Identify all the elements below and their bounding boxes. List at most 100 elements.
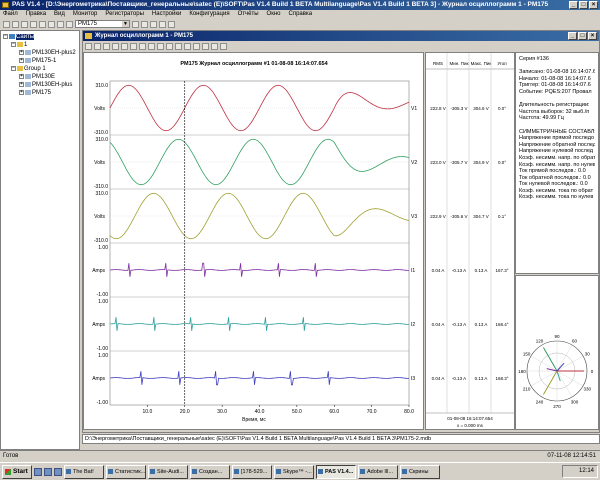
menu-item-4[interactable]: Регистраторы (105, 10, 144, 19)
tree-node-root[interactable]: − Сайты (3, 33, 77, 41)
series-label: V2 (411, 160, 417, 166)
taskbar-button-8[interactable]: Скрины (400, 464, 440, 479)
taskbar-button-2[interactable]: Site-Audi... (148, 464, 188, 479)
tree-node-2[interactable]: + PM175-1 (3, 57, 77, 65)
folder-icon (17, 65, 23, 71)
copy-icon[interactable] (39, 20, 46, 28)
help-icon[interactable] (220, 42, 227, 50)
menu-item-7[interactable]: Отчёты (238, 10, 259, 19)
tree-node-0[interactable]: −1 (3, 41, 77, 49)
menu-item-9[interactable]: Справка (289, 10, 313, 19)
taskbar-button-5[interactable]: Skype™ -... (274, 464, 314, 479)
menu-item-8[interactable]: Окно (267, 10, 281, 19)
taskbar-button-7[interactable]: Adobe Ill... (358, 464, 398, 479)
expand-icon[interactable]: + (19, 49, 24, 55)
close-button[interactable]: × (589, 1, 598, 9)
expand-icon[interactable]: − (3, 33, 8, 39)
help-icon[interactable] (66, 20, 73, 28)
new-icon[interactable] (3, 20, 10, 28)
paste-icon[interactable] (48, 20, 55, 28)
phasor-spoke (556, 370, 584, 387)
taskbar-button-4[interactable]: [178-529... (232, 464, 272, 479)
phasor-icon[interactable] (148, 42, 155, 50)
child-close-button[interactable]: × (588, 32, 597, 40)
phasor-angle-label: 120 (536, 339, 544, 344)
zoom-in-icon[interactable] (85, 42, 92, 50)
menu-item-2[interactable]: Вид (54, 10, 65, 19)
maximize-button[interactable]: □ (579, 1, 588, 9)
quicklaunch-browser-icon[interactable] (44, 467, 52, 476)
table-icon[interactable] (157, 42, 164, 50)
zoom-out-icon[interactable] (94, 42, 101, 50)
expand-icon[interactable]: − (11, 41, 16, 47)
scale-icon[interactable] (211, 42, 218, 50)
table-cell: -0.13 A (452, 376, 466, 381)
status-bar: Готов 07-11-08 12:14:51 (0, 450, 600, 460)
y-axis-label: Amps (92, 376, 105, 382)
tree-node-5[interactable]: + PM130EH-plus (3, 81, 77, 89)
print-icon[interactable] (166, 42, 173, 50)
save-icon[interactable] (21, 20, 28, 28)
expand-icon[interactable]: + (19, 81, 24, 87)
y-tick-label: 1.00 (98, 299, 108, 305)
series-label: I1 (411, 268, 415, 274)
cursor-icon[interactable] (112, 42, 119, 50)
tree-node-6[interactable]: + PM175 (3, 89, 77, 97)
waveform-plot-area[interactable]: PM175 Журнал осциллограмм #1 01-08-08 16… (83, 52, 424, 430)
taskbar-button-3[interactable]: Создан... (190, 464, 230, 479)
minimize-button[interactable]: _ (569, 1, 578, 9)
copy-icon[interactable] (175, 42, 182, 50)
quicklaunch-media-icon[interactable] (54, 467, 62, 476)
table-cell: -0.13 A (452, 268, 466, 273)
x-tick-label: 40.0 (255, 409, 265, 415)
info-line (519, 122, 595, 129)
print-icon[interactable] (57, 20, 64, 28)
expand-icon[interactable]: − (11, 65, 16, 71)
expand-icon[interactable]: + (19, 73, 24, 79)
taskbar-button-6[interactable]: PAS V1.4... (316, 464, 356, 479)
menu-item-6[interactable]: Конфигурация (189, 10, 229, 19)
waveform-chart[interactable]: PM175 Журнал осциллограмм #1 01-08-08 16… (84, 53, 423, 429)
info-line: Записано: 01-08-08 16:14:07.6 (519, 69, 595, 76)
device-select[interactable]: PM175 ▼ (75, 20, 130, 28)
menu-item-5[interactable]: Настройки (152, 10, 181, 19)
menu-item-1[interactable]: Правка (26, 10, 46, 19)
connect-icon[interactable] (132, 20, 139, 28)
filter-icon[interactable] (193, 42, 200, 50)
taskbar-button-1[interactable]: Статистик... (106, 464, 146, 479)
table-cell: 0.0° (498, 160, 506, 165)
info-line: СИММЕТРИЧНЫЕ СОСТАВЛЯ (519, 128, 595, 135)
quicklaunch-desktop-icon[interactable] (34, 467, 42, 476)
start-button[interactable]: Start (2, 464, 32, 479)
cut-icon[interactable] (30, 20, 37, 28)
y-tick-label: -310.0 (94, 130, 108, 136)
export-icon[interactable] (184, 42, 191, 50)
tree-node-label: PM130EH-plus (32, 82, 73, 88)
table-cell: 223.0 V (430, 160, 446, 165)
tree-node-3[interactable]: − Group 1 (3, 65, 77, 73)
menu-item-0[interactable]: Файл (3, 10, 18, 19)
chevron-down-icon: ▼ (122, 21, 129, 27)
child-maximize-button[interactable]: □ (578, 32, 587, 40)
table-header: RMS (433, 61, 443, 66)
monitor-icon[interactable] (141, 20, 148, 28)
y-tick-label: -310.0 (94, 184, 108, 190)
open-icon[interactable] (12, 20, 19, 28)
expand-icon[interactable]: + (19, 57, 24, 63)
channels-icon[interactable] (139, 42, 146, 50)
phasor-angle-label: 210 (523, 387, 531, 392)
grid-icon[interactable] (130, 42, 137, 50)
taskbar-button-0[interactable]: The Bat! (64, 464, 104, 479)
expand-icon[interactable]: + (19, 89, 24, 95)
settings-icon[interactable] (168, 20, 175, 28)
chart-icon[interactable] (159, 20, 166, 28)
marker-icon[interactable] (121, 42, 128, 50)
tree-node-1[interactable]: + PM130EH-plus2 (3, 49, 77, 57)
zoom-fit-icon[interactable] (103, 42, 110, 50)
phasor-diagram[interactable]: 90 60 30 0 330 300 270 240 210 180 150 120 (515, 275, 599, 430)
tree-node-4[interactable]: + PM130E (3, 73, 77, 81)
child-minimize-button[interactable]: _ (568, 32, 577, 40)
harmonics-icon[interactable] (202, 42, 209, 50)
menu-item-3[interactable]: Монитор (73, 10, 97, 19)
report-icon[interactable] (150, 20, 157, 28)
